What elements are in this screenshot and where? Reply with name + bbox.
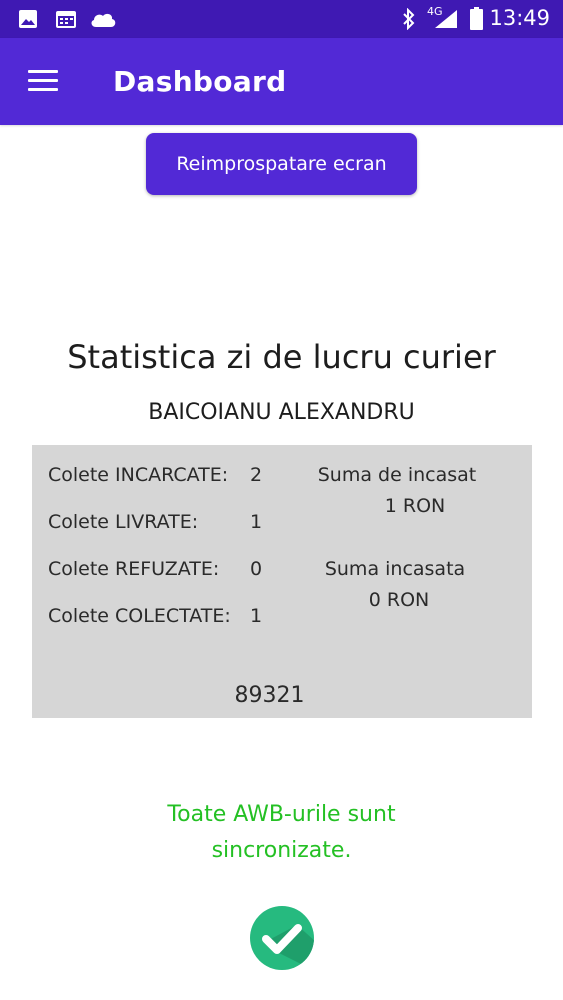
bluetooth-icon — [403, 8, 415, 30]
battery-icon — [470, 7, 483, 30]
delivered-parcels-value: 1 — [250, 511, 263, 533]
calendar-icon — [56, 11, 76, 28]
status-time: 13:49 — [489, 6, 550, 30]
loaded-parcels-label: Colete INCARCATE: — [48, 464, 229, 486]
page-title: Dashboard — [113, 65, 287, 98]
app-bar: Dashboard — [0, 38, 563, 125]
cloud-icon — [91, 13, 116, 27]
hamburger-menu-icon[interactable] — [22, 62, 64, 100]
sync-status-message: Toate AWB-urile sunt sincronizate. — [0, 797, 563, 869]
collected-parcels-label: Colete COLECTATE: — [48, 605, 231, 627]
signal-icon — [435, 10, 457, 28]
amount-collected-value: 0 RON — [368, 589, 430, 611]
amount-to-collect-label: Suma de incasat — [317, 464, 477, 486]
sync-status-line-1: Toate AWB-urile sunt — [167, 802, 396, 827]
check-circle-icon — [250, 906, 314, 970]
collected-parcels-value: 1 — [250, 605, 263, 627]
stats-panel: Colete INCARCATE: 2 Colete LIVRATE: 1 Co… — [32, 445, 532, 718]
amount-to-collect-value: 1 RON — [384, 495, 446, 517]
refused-parcels-value: 0 — [250, 558, 263, 580]
sync-status-line-2: sincronizate. — [211, 838, 352, 863]
status-bar: 4G 13:49 — [0, 0, 563, 38]
delivered-parcels-label: Colete LIVRATE: — [48, 511, 199, 533]
refresh-screen-button[interactable]: Reimprospatare ecran — [146, 133, 417, 195]
amount-collected-label: Suma incasata — [324, 558, 466, 580]
refused-parcels-label: Colete REFUZATE: — [48, 558, 220, 580]
image-icon — [19, 10, 37, 28]
courier-code: 89321 — [234, 683, 305, 708]
stats-title: Statistica zi de lucru curier — [67, 338, 496, 376]
courier-name: BAICOIANU ALEXANDRU — [148, 400, 415, 425]
loaded-parcels-value: 2 — [250, 464, 263, 486]
